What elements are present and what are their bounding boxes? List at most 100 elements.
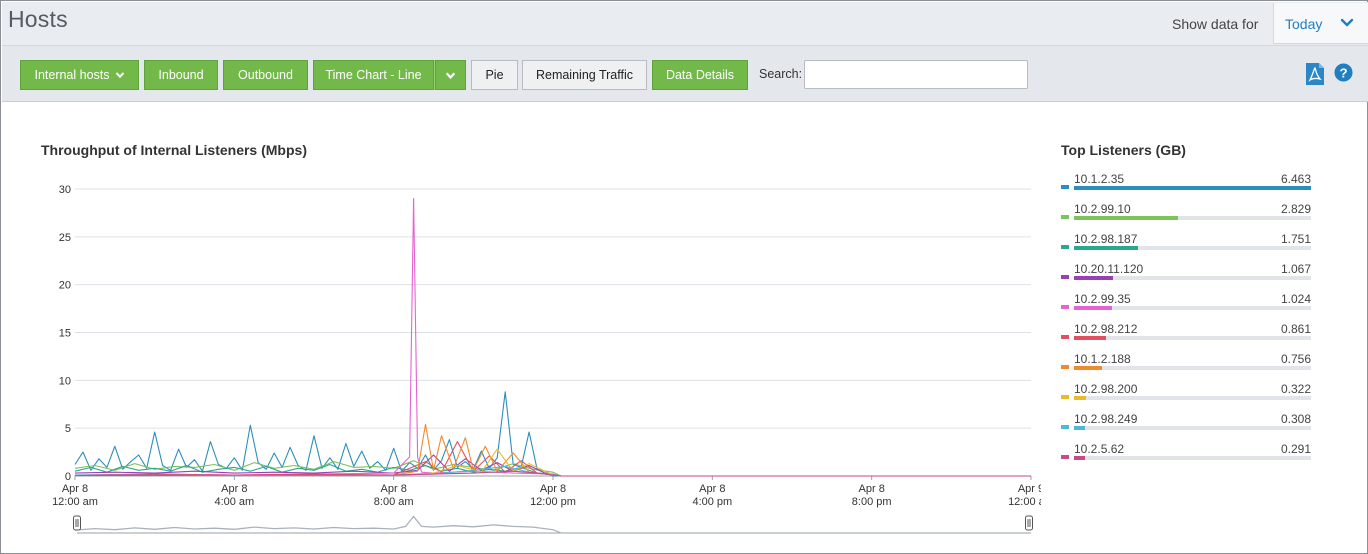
x-tick-label: Apr 8	[62, 483, 88, 495]
series-swatch	[1061, 425, 1069, 429]
pdf-export-icon[interactable]	[1305, 62, 1325, 86]
x-tick-label: 8:00 am	[374, 496, 414, 508]
listener-row[interactable]: 10.1.2.35 6.463	[1059, 169, 1313, 197]
listener-bar-track	[1074, 246, 1311, 250]
listener-bar-fill	[1074, 366, 1102, 370]
chevron-down-icon	[115, 72, 124, 79]
x-tick-label: Apr 8	[221, 483, 247, 495]
y-tick-label: 25	[59, 232, 71, 244]
series-swatch	[1061, 365, 1069, 369]
listener-row[interactable]: 10.2.99.35 1.024	[1059, 289, 1313, 317]
search-input[interactable]	[804, 60, 1028, 89]
svg-text:?: ?	[1339, 65, 1347, 80]
listener-row[interactable]: 10.1.2.188 0.756	[1059, 349, 1313, 377]
toolbar: Internal hosts Inbound Outbound Time Cha…	[2, 46, 1368, 102]
listener-bar-track	[1074, 366, 1311, 370]
x-tick-label: Apr 8	[699, 483, 725, 495]
listener-bar-track	[1074, 186, 1311, 190]
chevron-down-icon	[445, 72, 456, 79]
listener-value: 0.861	[1280, 322, 1311, 336]
x-tick-label: Apr 9	[1018, 483, 1041, 495]
listener-ip: 10.1.2.35	[1074, 172, 1125, 186]
show-data-label: Show data for	[1172, 16, 1259, 32]
listener-bar-fill	[1074, 396, 1086, 400]
y-tick-label: 30	[59, 184, 71, 196]
listener-row[interactable]: 10.2.99.10 2.829	[1059, 199, 1313, 227]
listener-bar-track	[1074, 456, 1311, 460]
x-tick-label: 8:00 pm	[852, 496, 892, 508]
listener-value: 0.756	[1280, 352, 1311, 366]
app-frame: Hosts Show data for Today Internal hosts…	[0, 0, 1368, 554]
x-tick-label: Apr 8	[859, 483, 885, 495]
remaining-traffic-button[interactable]: Remaining Traffic	[522, 60, 647, 90]
listener-row[interactable]: 10.2.98.249 0.308	[1059, 409, 1313, 437]
listener-ip: 10.2.99.35	[1074, 292, 1131, 306]
x-tick-label: 12:00 am	[52, 496, 98, 508]
listener-ip: 10.20.11.120	[1074, 262, 1144, 276]
series-line-6	[75, 423, 1031, 477]
series-line-0	[74, 391, 1031, 477]
y-tick-label: 20	[59, 280, 71, 292]
listener-bar-track	[1074, 306, 1311, 310]
listener-ip: 10.2.98.187	[1074, 232, 1138, 246]
listener-ip: 10.2.5.62	[1074, 442, 1125, 456]
listener-row[interactable]: 10.2.98.200 0.322	[1059, 379, 1313, 407]
listener-row[interactable]: 10.20.11.120 1.067	[1059, 259, 1313, 287]
search-label: Search:	[759, 67, 803, 81]
listener-value: 1.751	[1280, 232, 1311, 246]
listener-value: 6.463	[1280, 172, 1311, 186]
x-tick-label: 4:00 pm	[692, 496, 732, 508]
chart-mode-button[interactable]: Time Chart - Line	[313, 60, 434, 90]
period-value: Today	[1285, 16, 1323, 32]
range-handle-left[interactable]	[73, 515, 81, 531]
series-swatch	[1061, 245, 1069, 249]
listener-value: 1.067	[1280, 262, 1311, 276]
listener-value: 1.024	[1280, 292, 1311, 306]
outbound-button[interactable]: Outbound	[223, 60, 308, 90]
pie-button[interactable]: Pie	[471, 60, 518, 90]
help-icon[interactable]: ?	[1334, 63, 1353, 82]
series-swatch	[1061, 215, 1069, 219]
listener-row[interactable]: 10.2.98.187 1.751	[1059, 229, 1313, 257]
series-swatch	[1061, 455, 1069, 459]
series-swatch	[1061, 185, 1069, 189]
series-line-5	[74, 441, 1031, 477]
listener-ip: 10.2.99.10	[1074, 202, 1131, 216]
listener-value: 2.829	[1280, 202, 1311, 216]
range-handle-right[interactable]	[1025, 515, 1033, 531]
chart-title: Throughput of Internal Listeners (Mbps)	[41, 142, 307, 158]
listener-value: 0.308	[1280, 412, 1311, 426]
listener-bar-fill	[1074, 216, 1178, 220]
x-tick-label: 12:00 am	[1008, 496, 1041, 508]
inbound-button[interactable]: Inbound	[144, 60, 218, 90]
listener-bar-track	[1074, 276, 1311, 280]
x-tick-label: 4:00 am	[214, 496, 254, 508]
listener-ip: 10.2.98.249	[1074, 412, 1138, 426]
listener-ip: 10.1.2.188	[1074, 352, 1131, 366]
x-tick-label: Apr 8	[540, 483, 566, 495]
y-tick-label: 10	[59, 375, 71, 387]
listener-row[interactable]: 10.2.5.62 0.291	[1059, 439, 1313, 467]
listener-ip: 10.2.98.200	[1074, 382, 1138, 396]
y-tick-label: 15	[59, 328, 71, 340]
listener-value: 0.322	[1280, 382, 1311, 396]
data-details-button[interactable]: Data Details	[652, 60, 748, 90]
listener-bar-fill	[1074, 336, 1106, 340]
series-swatch	[1061, 335, 1069, 339]
overview-line	[74, 515, 1031, 534]
y-tick-label: 0	[65, 471, 71, 483]
listener-bar-fill	[1074, 186, 1311, 190]
chart-mode-dropdown[interactable]	[435, 60, 466, 90]
series-swatch	[1061, 395, 1069, 399]
listener-value: 0.291	[1280, 442, 1311, 456]
listener-row[interactable]: 10.2.98.212 0.861	[1059, 319, 1313, 347]
host-filter-dropdown[interactable]: Internal hosts	[20, 60, 139, 90]
listener-bar-track	[1074, 396, 1311, 400]
page-header: Hosts Show data for Today	[2, 2, 1368, 46]
series-swatch	[1061, 275, 1069, 279]
listener-bar-fill	[1074, 306, 1112, 310]
period-dropdown[interactable]: Today	[1273, 3, 1368, 44]
series-line-4	[74, 198, 1031, 477]
listener-bar-fill	[1074, 426, 1086, 430]
listener-bar-track	[1074, 336, 1311, 340]
